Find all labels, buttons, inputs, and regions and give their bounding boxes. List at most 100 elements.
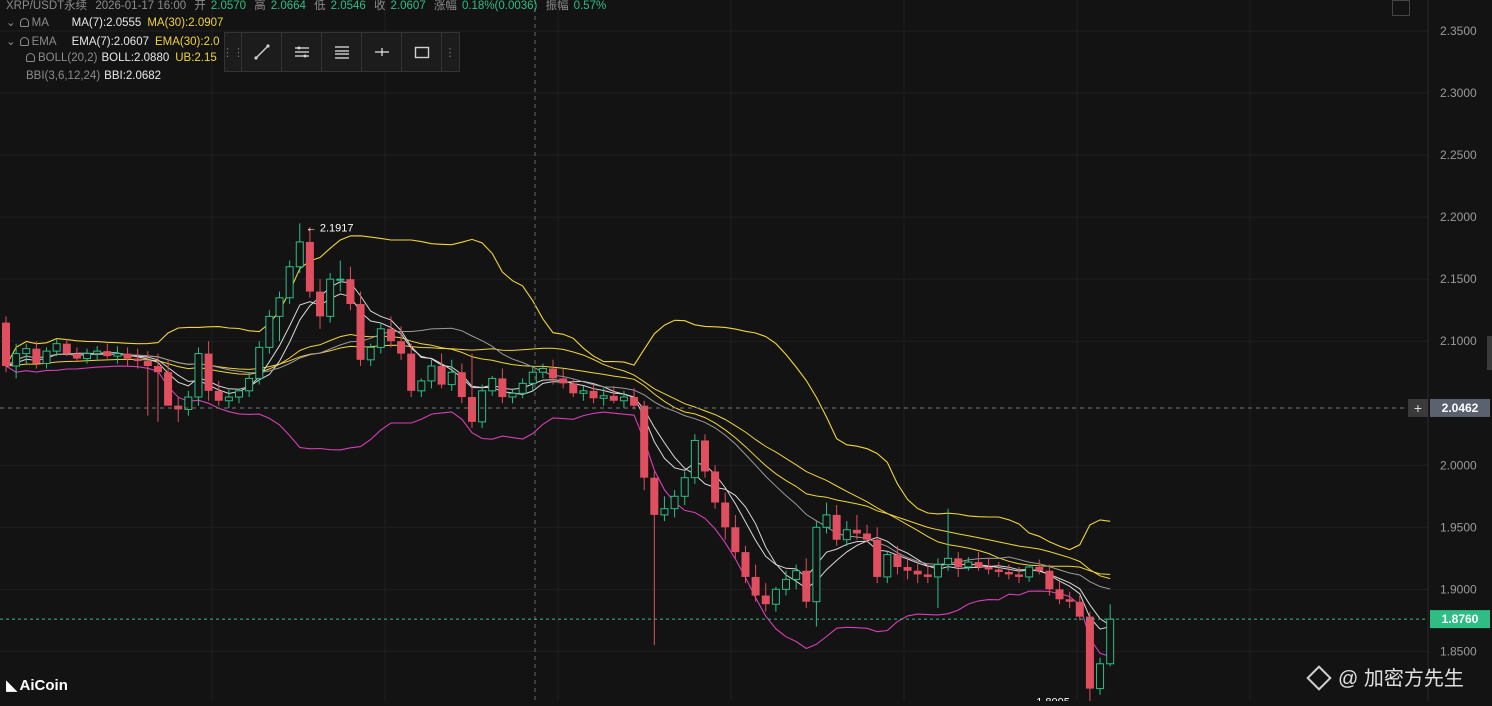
candle-body xyxy=(812,526,821,603)
low-label: 低 xyxy=(314,0,326,12)
drawing-toolbar: ⋮⋮ ⋮ xyxy=(222,32,460,72)
logo-text: AiCoin xyxy=(19,677,68,694)
watermark-text: @ 加密方先生 xyxy=(1338,668,1464,690)
candle-body xyxy=(478,390,487,423)
candle-body xyxy=(883,554,892,578)
low-price-label: 1.8095 → xyxy=(1036,697,1084,701)
candle-body xyxy=(913,570,922,575)
bbi-indicator-row[interactable]: BBI(3,6,12,24) BBI:2.0682 xyxy=(26,70,161,82)
ema-indicator-row[interactable]: ⌄ EMA EMA(7):2.0607 EMA(30):2.0 xyxy=(6,34,220,48)
candle-body xyxy=(326,278,335,317)
candle-body xyxy=(954,558,963,568)
bell-icon[interactable] xyxy=(19,18,29,27)
candle-body xyxy=(366,346,375,361)
ohlc-info-bar: XRP/USDT永续 2026-01-17 16:00 开 2.0570 高 2.0… xyxy=(6,0,611,13)
candle-body xyxy=(22,348,31,355)
candle-body xyxy=(194,353,203,398)
bbi-value: BBI:2.0682 xyxy=(104,70,162,82)
high-price-label: ← 2.1917 xyxy=(306,222,354,234)
ray-tool-button[interactable] xyxy=(361,33,401,71)
candle-body xyxy=(771,588,780,605)
candle-body xyxy=(437,366,446,385)
y-tick-label: 2.2000 xyxy=(1440,210,1477,224)
time-label: 2026-01-17 16:00 xyxy=(95,0,187,12)
candle-body xyxy=(42,350,51,365)
candle-body xyxy=(234,390,243,398)
ema-name: EMA xyxy=(31,36,57,48)
candle-body xyxy=(680,477,689,497)
candle-body xyxy=(518,382,527,394)
candle-body xyxy=(700,440,709,472)
close-value: 2.0607 xyxy=(390,0,426,12)
bell-icon[interactable] xyxy=(26,53,35,62)
ema7-value: EMA(7):2.0607 xyxy=(71,36,149,48)
high-value: 2.0664 xyxy=(270,0,306,12)
aicoin-mark-icon: ◣ xyxy=(6,677,18,694)
candle-body xyxy=(204,353,213,391)
candle-body xyxy=(822,514,831,528)
y-tick-label: 2.1000 xyxy=(1440,334,1477,348)
candle-body xyxy=(336,278,345,281)
candle-body xyxy=(731,527,740,553)
candle-body xyxy=(873,539,882,577)
candle-body xyxy=(447,371,456,386)
candle-body xyxy=(143,361,152,367)
candle-body xyxy=(630,397,639,406)
candle-body xyxy=(508,392,517,398)
low-value: 2.0546 xyxy=(330,0,366,12)
boll-ub-value: UB:2.15 xyxy=(175,52,217,64)
diamond-logo-icon xyxy=(1306,665,1332,691)
more-handle-icon[interactable]: ⋮ xyxy=(441,33,458,71)
ma-indicator-row[interactable]: ⌄ MA MA(7):2.0555 MA(30):2.0907 xyxy=(6,15,223,29)
candle-body xyxy=(1004,571,1013,575)
candle-body xyxy=(549,368,558,379)
candlestick-chart[interactable]: ← 2.1917 1.8095 → +2.0462 1.8760 2.3500 2.30… xyxy=(0,0,1492,706)
candle-body xyxy=(944,557,953,566)
candle-body xyxy=(863,533,872,540)
candle-body xyxy=(467,397,476,422)
parallel-lines-icon xyxy=(294,46,309,58)
boll-indicator-row[interactable]: BOLL(20,2) BOLL:2.0880 UB:2.15 xyxy=(26,52,217,64)
candle-body xyxy=(751,576,760,596)
fullscreen-icon[interactable] xyxy=(1392,0,1410,16)
candle-body xyxy=(275,297,284,317)
candle-body xyxy=(599,395,608,399)
candle-body xyxy=(964,561,973,568)
y-tick-label: 2.2500 xyxy=(1440,148,1477,162)
candle-body xyxy=(417,380,426,392)
y-tick-label: 2.3000 xyxy=(1440,86,1477,100)
candle-body xyxy=(1035,567,1044,571)
rectangle-tool-button[interactable] xyxy=(401,33,441,71)
open-label: 开 xyxy=(194,0,206,12)
candle-body xyxy=(852,529,861,534)
bell-icon[interactable] xyxy=(19,37,29,46)
fib-tool-button[interactable] xyxy=(321,33,361,71)
candle-body xyxy=(164,372,173,406)
collapse-icon[interactable]: ⌄ xyxy=(6,36,16,48)
plus-icon[interactable]: + xyxy=(1414,400,1422,416)
candle-body xyxy=(153,366,162,373)
candle-body xyxy=(113,353,122,357)
candle-body xyxy=(832,514,841,540)
candle-body xyxy=(62,343,71,354)
candle-body xyxy=(224,396,233,402)
candle-body xyxy=(255,346,264,379)
candle-body xyxy=(32,348,41,364)
collapse-icon[interactable]: ⌄ xyxy=(6,17,16,29)
candle-body xyxy=(285,266,294,299)
parallel-lines-tool-button[interactable] xyxy=(281,33,321,71)
candle-body xyxy=(1065,599,1074,602)
chart-canvas[interactable]: ← 2.1917 1.8095 → +2.0462 1.8760 2.3500 2.30… xyxy=(0,0,1492,706)
fib-lines-icon xyxy=(334,46,349,59)
candle-body xyxy=(933,564,942,578)
open-value: 2.0570 xyxy=(210,0,247,12)
high-label: 高 xyxy=(254,0,266,12)
aicoin-logo: ◣ AiCoin xyxy=(6,676,68,694)
line-tool-button[interactable] xyxy=(241,33,281,71)
axis-resize-handle[interactable] xyxy=(1487,336,1492,370)
candle-body xyxy=(1075,601,1084,617)
candle-body xyxy=(386,328,395,342)
ma7-value: MA(7):2.0555 xyxy=(71,17,142,29)
drag-handle-icon[interactable]: ⋮⋮ xyxy=(222,33,244,71)
candle-body xyxy=(1085,616,1094,689)
